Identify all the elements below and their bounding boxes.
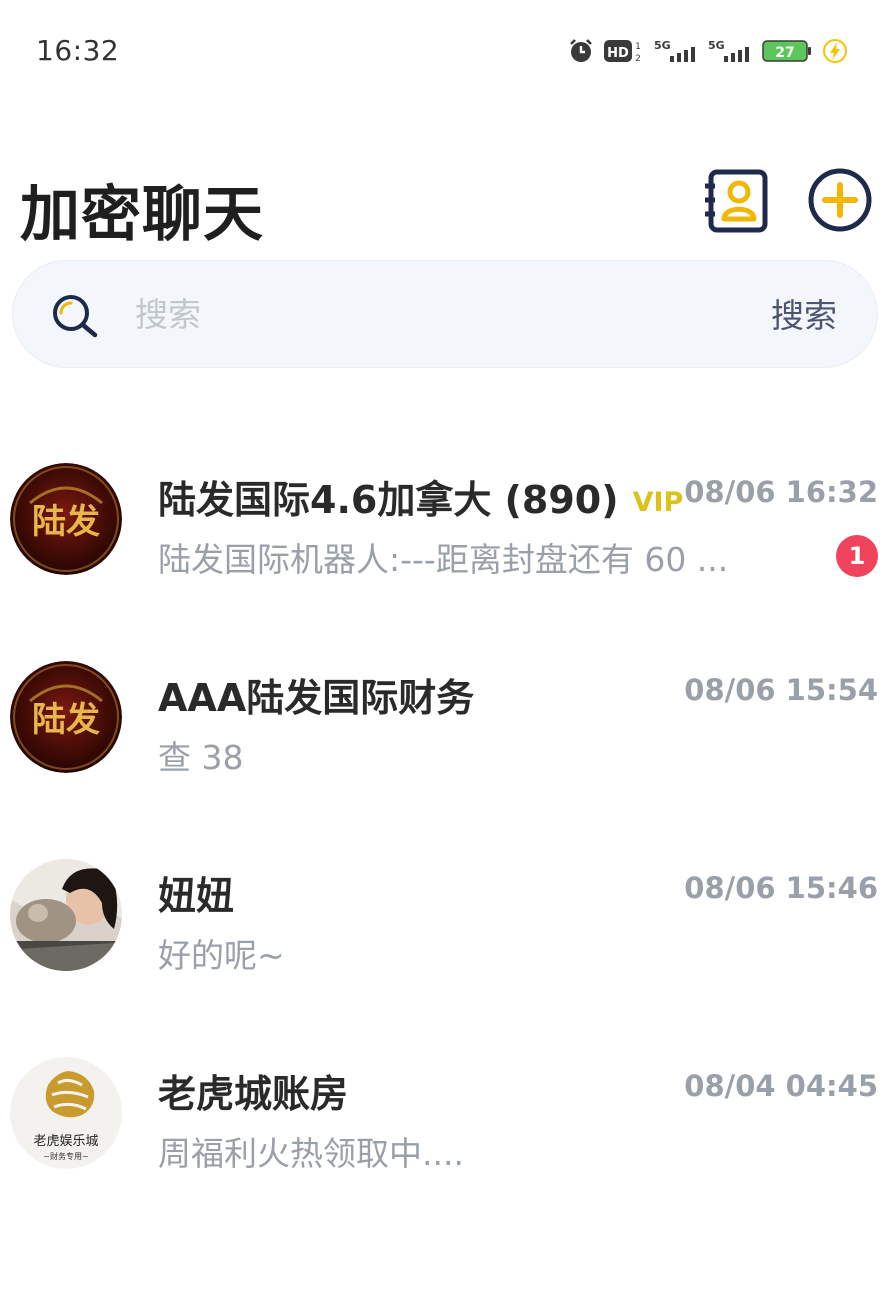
battery-icon: 27 (762, 38, 812, 64)
avatar-logo-text: 老虎娱乐城 (33, 1134, 98, 1149)
svg-text:1: 1 (635, 42, 641, 52)
hd-label: HD (607, 46, 629, 61)
chat-name: 陆发国际4.6加拿大 (890) (158, 478, 619, 522)
chat-list-item[interactable]: 陆发 陆发国际4.6加拿大 (890) VIP 08/06 16:32 陆发国际机… (0, 463, 892, 661)
avatar-logo-text: 陆发 (32, 502, 100, 542)
chat-time: 08/06 16:32 (684, 475, 878, 509)
page-title: 加密聊天 (20, 180, 264, 250)
signal-5g-icon: 5G (708, 38, 752, 64)
chat-preview: 周福利火热领取中.... (158, 1134, 464, 1173)
chat-list-item[interactable]: 陆发 AAA陆发国际财务 08/06 15:54 查 38 (0, 661, 892, 859)
chat-time: 08/06 15:46 (684, 871, 878, 905)
add-icon (808, 168, 872, 232)
battery-level: 27 (775, 45, 794, 61)
unread-badge: 1 (836, 535, 878, 577)
add-chat-button[interactable] (806, 166, 874, 234)
svg-text:2: 2 (635, 54, 641, 64)
search-bar: 搜索 (12, 260, 878, 368)
tiger-city-logo-avatar: 老虎娱乐城 ~财务专用~ (10, 1057, 122, 1169)
search-button[interactable]: 搜索 (771, 289, 837, 337)
vip-badge: VIP (632, 487, 684, 518)
network-label-1: 5G (654, 39, 671, 52)
chat-preview: 陆发国际机器人:---距离封盘还有 60 ... (158, 540, 729, 579)
chat-list-screen: 16:32 HD 1 2 5G 5G 27 加密聊天 搜索 搜索 陆发 陆发国际… (0, 0, 892, 1316)
search-input[interactable] (135, 289, 735, 339)
person-photo-avatar (10, 859, 122, 971)
chat-name-row: 陆发国际4.6加拿大 (890) VIP (158, 469, 683, 524)
chat-name: 老虎城账房 (158, 1072, 349, 1116)
search-icon (53, 295, 98, 338)
chat-list-item[interactable]: 妞妞 08/06 15:46 好的呢~ (0, 859, 892, 1057)
ludfa-logo-avatar: 陆发 (10, 463, 122, 575)
chat-preview: 好的呢~ (158, 936, 285, 975)
alarm-icon (568, 38, 594, 64)
contacts-button[interactable] (703, 166, 771, 234)
contacts-icon (705, 169, 768, 233)
charging-icon (822, 38, 848, 64)
chat-name: AAA陆发国际财务 (158, 676, 475, 720)
chat-time: 08/06 15:54 (684, 673, 878, 707)
status-icons: HD 1 2 5G 5G 27 (568, 34, 848, 68)
signal-5g-icon: 5G (654, 38, 698, 64)
chat-name: 妞妞 (158, 874, 235, 918)
chat-list-item[interactable]: 老虎娱乐城 ~财务专用~ 老虎城账房 08/04 04:45 周福利火热领取中.… (0, 1057, 892, 1255)
network-label-2: 5G (708, 39, 725, 52)
status-time: 16:32 (36, 34, 120, 67)
ludfa-logo-avatar: 陆发 (10, 661, 122, 773)
chat-time: 08/04 04:45 (684, 1069, 878, 1103)
avatar-logo-text: 陆发 (32, 700, 100, 740)
chat-preview: 查 38 (158, 738, 244, 777)
status-bar: 16:32 HD 1 2 5G 5G 27 (0, 0, 892, 100)
hd-icon: HD 1 2 (604, 38, 644, 64)
avatar-logo-subtext: ~财务专用~ (43, 1151, 88, 1161)
